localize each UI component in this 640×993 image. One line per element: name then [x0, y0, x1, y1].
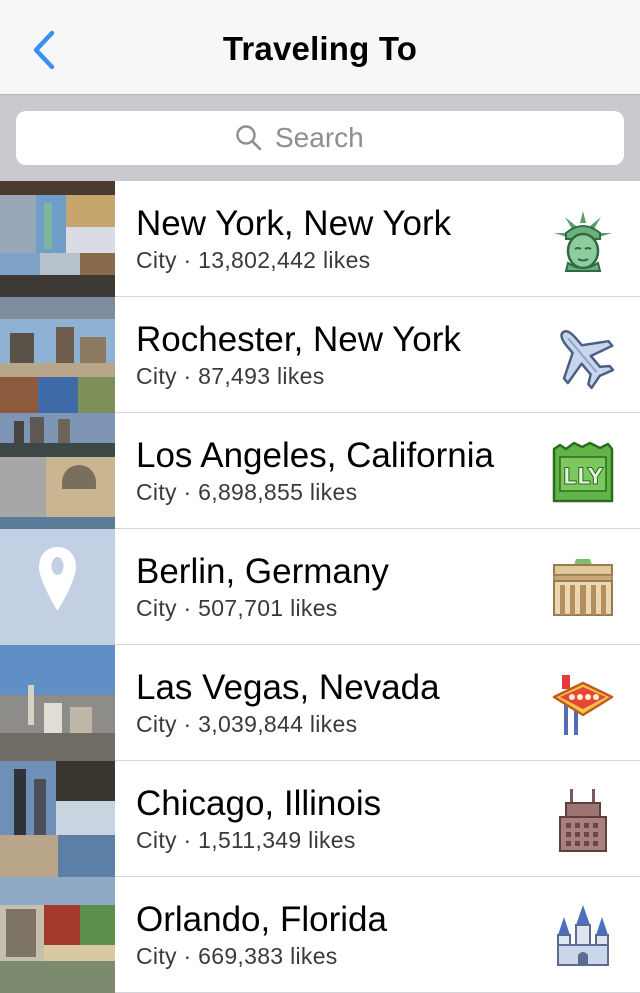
brandenburg-gate-icon: [553, 559, 613, 616]
search-bar: [0, 95, 640, 181]
search-field[interactable]: [16, 111, 624, 165]
castle-icon: [557, 905, 609, 966]
place-subtitle: City · 507,701 likes: [136, 595, 338, 621]
place-text: Chicago, Illinois City · 1,511,349 likes: [136, 783, 381, 855]
place-subtitle: City · 3,039,844 likes: [136, 711, 358, 737]
city-sign-icon: LLY: [552, 441, 614, 503]
place-likes: 13,802,442 likes: [198, 247, 371, 273]
svg-text:LLY: LLY: [563, 465, 605, 490]
place-text: Las Vegas, Nevada City · 3,039,844 likes: [136, 667, 440, 739]
place-name: Berlin, Germany: [136, 552, 389, 591]
place-likes: 669,383 likes: [198, 943, 338, 969]
place-category: City: [136, 479, 177, 505]
place-likes: 6,898,855 likes: [198, 479, 358, 505]
place-thumbnail: [0, 645, 115, 761]
place-name: Los Angeles, California: [136, 436, 494, 475]
place-subtitle: City · 13,802,442 likes: [136, 247, 371, 273]
page-title: Traveling To: [222, 30, 418, 67]
place-subtitle: City · 669,383 likes: [136, 943, 338, 969]
las-vegas-sign-icon: [552, 675, 614, 735]
list-item[interactable]: Orlando, Florida City · 669,383 likes: [0, 877, 640, 993]
place-thumbnail: [0, 181, 115, 297]
map-pin-icon: [39, 547, 76, 611]
place-text: Los Angeles, California City · 6,898,855…: [136, 435, 494, 507]
list-item[interactable]: Las Vegas, Nevada City · 3,039,844 likes: [0, 645, 640, 761]
place-thumbnail: [0, 413, 115, 529]
place-thumbnail: [0, 761, 115, 877]
navigation-bar: Traveling To: [0, 0, 640, 95]
place-text: Rochester, New York City · 87,493 likes: [136, 319, 461, 391]
place-text: New York, New York City · 13,802,442 lik…: [136, 203, 451, 275]
place-name: New York, New York: [136, 204, 452, 243]
airplane-icon: [560, 330, 615, 389]
place-likes: 507,701 likes: [198, 595, 338, 621]
place-category: City: [136, 827, 177, 853]
search-icon: [236, 125, 262, 151]
place-name: Chicago, Illinois: [136, 784, 382, 823]
list-item[interactable]: Chicago, Illinois City · 1,511,349 likes: [0, 761, 640, 877]
place-category: City: [136, 711, 177, 737]
place-category: City: [136, 363, 177, 389]
search-input[interactable]: [275, 122, 405, 154]
place-text: Orlando, Florida City · 669,383 likes: [136, 899, 387, 971]
place-name: Rochester, New York: [136, 320, 461, 359]
place-thumbnail: [0, 529, 115, 645]
place-name: Orlando, Florida: [136, 900, 387, 939]
place-subtitle: City · 6,898,855 likes: [136, 479, 358, 505]
list-item[interactable]: Los Angeles, California City · 6,898,855…: [0, 413, 640, 529]
place-category: City: [136, 247, 177, 273]
place-category: City: [136, 595, 177, 621]
list-item[interactable]: New York, New York City · 13,802,442 lik…: [0, 181, 640, 297]
place-likes: 87,493 likes: [198, 363, 325, 389]
place-likes: 3,039,844 likes: [198, 711, 358, 737]
skyscraper-icon: [559, 789, 607, 852]
place-text: Berlin, Germany City · 507,701 likes: [136, 551, 389, 623]
statue-of-liberty-icon: [554, 211, 612, 272]
place-subtitle: City · 87,493 likes: [136, 363, 325, 389]
list-item[interactable]: Rochester, New York City · 87,493 likes: [0, 297, 640, 413]
place-thumbnail: [0, 297, 115, 413]
place-category: City: [136, 943, 177, 969]
place-name: Las Vegas, Nevada: [136, 668, 440, 707]
place-thumbnail: [0, 877, 115, 993]
list-item[interactable]: Berlin, Germany City · 507,701 likes: [0, 529, 640, 645]
places-list: New York, New York City · 13,802,442 lik…: [0, 181, 640, 993]
place-likes: 1,511,349 likes: [198, 827, 356, 853]
place-subtitle: City · 1,511,349 likes: [136, 827, 356, 853]
